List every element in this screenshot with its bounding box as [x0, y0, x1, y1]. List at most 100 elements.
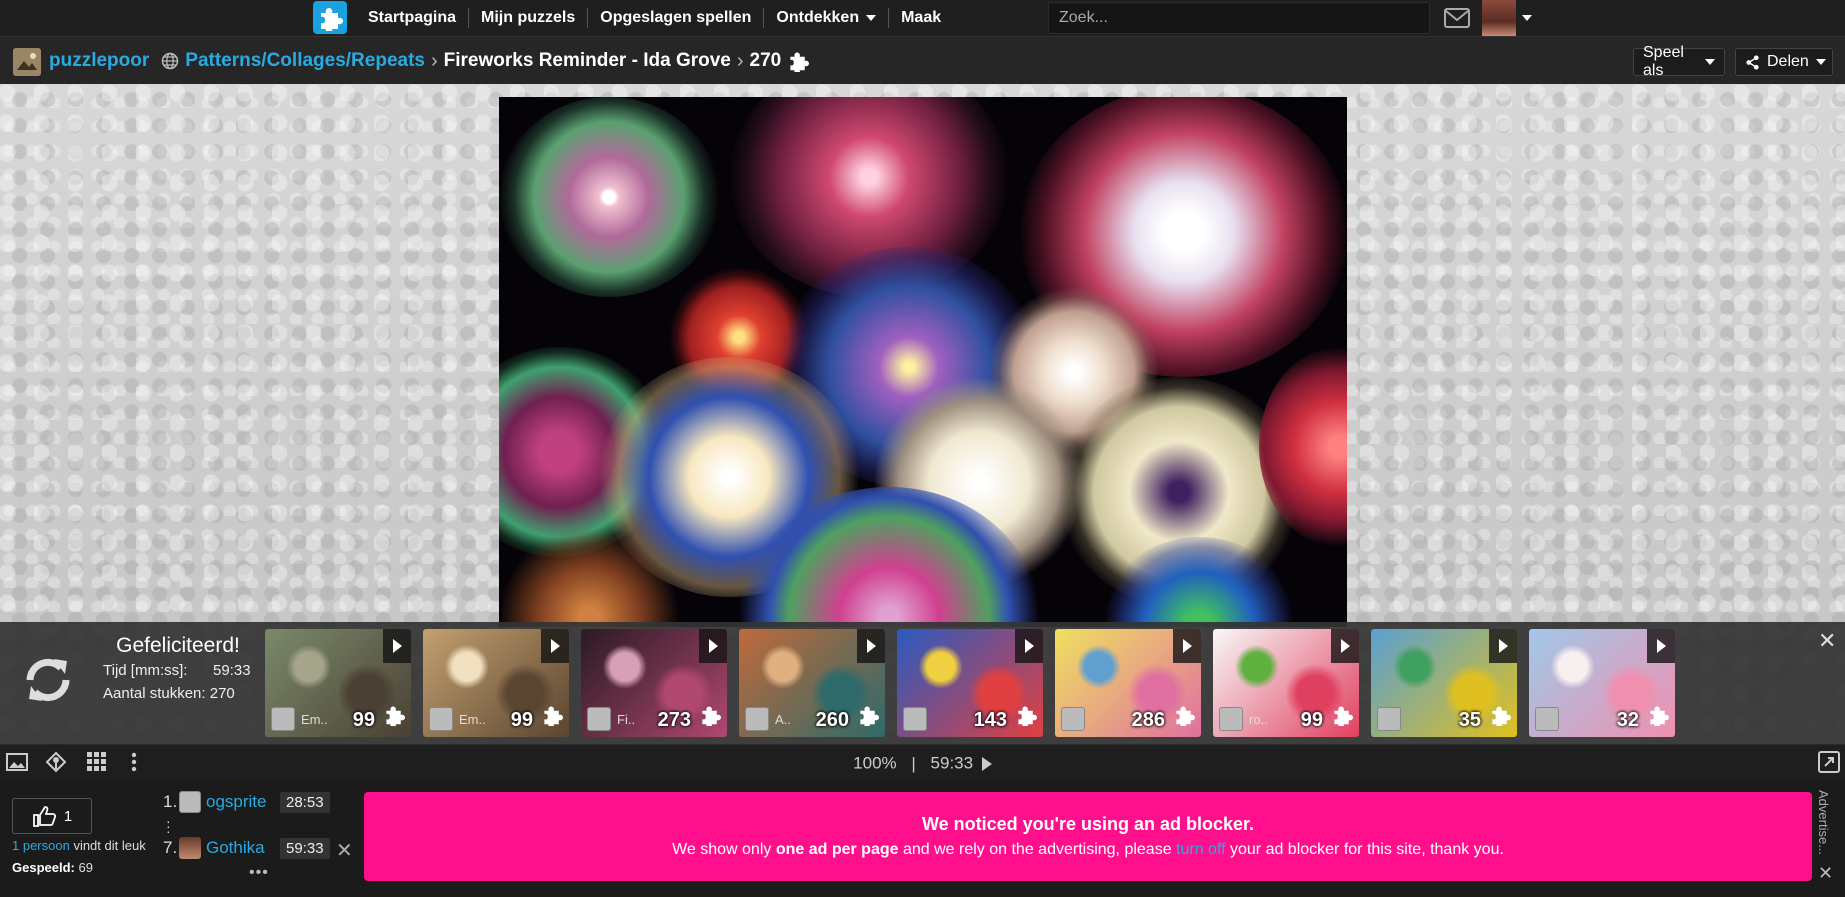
puzzle-title: Fireworks Reminder - Ida Grove	[443, 50, 731, 71]
puzzle-piece-icon[interactable]	[313, 1, 347, 34]
related-puzzle-thumbnail[interactable]: Em.. 99	[265, 629, 411, 737]
related-puzzle-thumbnail[interactable]: Em.. 99	[423, 629, 569, 737]
likes-people-link[interactable]: 1 persoon	[12, 838, 70, 853]
advertise-link[interactable]: Advertise...	[1816, 790, 1831, 856]
related-puzzle-thumbnail[interactable]: ro.. 99	[1213, 629, 1359, 737]
thumbnail-piece-count: 35	[1458, 709, 1481, 731]
play-as-button[interactable]: Speel als	[1633, 44, 1725, 79]
nav-maak[interactable]: Maak	[888, 8, 953, 28]
chevron-down-icon	[1815, 59, 1826, 65]
adblock-title: We noticed you're using an ad blocker.	[921, 814, 1255, 834]
chevron-right-icon: ›	[736, 49, 744, 72]
play-icon[interactable]	[1489, 629, 1517, 663]
avatar[interactable]	[179, 837, 201, 859]
nav-mijn-puzzels-label: Mijn puzzels	[481, 9, 576, 26]
breadcrumb-category-link[interactable]: Patterns/Collages/Repeats	[185, 50, 425, 72]
thumbnail-piece-count: 99	[1300, 709, 1323, 731]
nav-ontdekken[interactable]: Ontdekken	[763, 8, 888, 28]
related-puzzle-thumbnail[interactable]: 32	[1529, 629, 1675, 737]
thumbnail-user[interactable]: Fi..	[617, 712, 635, 727]
play-icon[interactable]	[1173, 629, 1201, 663]
related-puzzle-thumbnail[interactable]: 35	[1371, 629, 1517, 737]
breadcrumb-user-link[interactable]: puzzlepoor	[49, 50, 149, 72]
play-icon[interactable]	[541, 629, 569, 663]
puzzle-piece-icon	[383, 704, 405, 731]
puzzle-stage[interactable]: Gefeliciteerd! Tijd [mm:ss]: 59:33 Aanta…	[0, 84, 1845, 744]
leaderboard-rank: 7.	[163, 838, 178, 857]
chevron-down-icon	[1705, 59, 1715, 65]
adblock-notice: We noticed you're using an ad blocker. W…	[364, 792, 1812, 881]
thumbnail-user[interactable]: Em..	[301, 712, 328, 727]
played-count: Gespeeld: 69	[12, 860, 93, 875]
related-puzzle-thumbnail[interactable]: 143	[897, 629, 1043, 737]
play-as-label: Speel als	[1643, 44, 1684, 79]
play-icon[interactable]	[699, 629, 727, 663]
user-avatar[interactable]	[1482, 0, 1516, 36]
more-horizontal-icon[interactable]: •••	[249, 864, 269, 882]
play-icon[interactable]	[1331, 629, 1359, 663]
puzzle-piece-icon	[857, 704, 879, 731]
close-icon[interactable]: ✕	[336, 838, 353, 863]
puzzle-piece-icon	[699, 704, 721, 731]
like-button[interactable]: 1	[12, 798, 92, 834]
share-button[interactable]: Delen	[1735, 48, 1833, 76]
more-vertical-icon[interactable]: · · ·	[166, 814, 171, 838]
thumbnail-piece-count: 260	[815, 709, 849, 731]
puzzle-piece-icon	[787, 50, 810, 72]
chevron-down-icon[interactable]	[1522, 15, 1532, 21]
avatar[interactable]	[587, 707, 611, 731]
nav-ontdekken-label: Ontdekken	[776, 9, 860, 26]
related-puzzle-thumbnail[interactable]: Fi.. 273	[581, 629, 727, 737]
puzzle-image[interactable]	[499, 97, 1347, 627]
replay-icon[interactable]	[18, 650, 78, 710]
leaderboard-user-link[interactable]: Gothika	[206, 838, 280, 858]
avatar[interactable]	[903, 707, 927, 731]
like-count: 1	[63, 807, 73, 825]
nav-startpagina[interactable]: Startpagina	[356, 8, 468, 28]
thumbnail-user[interactable]: Em..	[459, 712, 486, 727]
thumbnail-piece-count: 273	[657, 709, 691, 731]
status-separator: |	[911, 753, 916, 773]
nav-opgeslagen-label: Opgeslagen spellen	[600, 9, 752, 26]
related-puzzle-thumbnail[interactable]: A.. 260	[739, 629, 885, 737]
avatar[interactable]	[745, 707, 769, 731]
thumbnail-piece-count: 143	[973, 709, 1007, 731]
likes-suffix: vindt dit leuk	[69, 838, 146, 853]
puzzle-piece-icon	[1015, 704, 1037, 731]
thumbnail-piece-count: 99	[510, 709, 533, 731]
avatar[interactable]	[1535, 707, 1559, 731]
timer: 59:33	[930, 753, 974, 773]
close-icon[interactable]: ✕	[1818, 628, 1836, 654]
nav-opgeslagen-spellen[interactable]: Opgeslagen spellen	[587, 8, 763, 28]
envelope-icon[interactable]	[1444, 8, 1470, 33]
avatar[interactable]	[429, 707, 453, 731]
play-icon[interactable]	[1015, 629, 1043, 663]
nav-mijn-puzzels[interactable]: Mijn puzzels	[468, 8, 587, 28]
puzzle-piece-icon	[541, 704, 563, 731]
adblock-text-3: your ad blocker for this site, thank you…	[1225, 841, 1504, 858]
played-label: Gespeeld:	[12, 860, 75, 875]
turn-off-link[interactable]: turn off	[1176, 841, 1226, 858]
avatar[interactable]	[179, 791, 201, 813]
zoom-level[interactable]: 100%	[853, 754, 896, 773]
leaderboard-user-link[interactable]: ogsprite	[206, 792, 280, 812]
search-input[interactable]	[1048, 2, 1430, 34]
avatar[interactable]	[1219, 707, 1243, 731]
related-puzzle-thumbnail[interactable]: 286	[1055, 629, 1201, 737]
avatar[interactable]	[1061, 707, 1085, 731]
thumbnail-user[interactable]: A..	[775, 712, 791, 727]
avatar[interactable]	[271, 707, 295, 731]
close-icon[interactable]: ✕	[1818, 863, 1833, 884]
zoom-timer-status: 100% | 59:33	[0, 753, 1845, 774]
avatar[interactable]	[1377, 707, 1401, 731]
play-icon[interactable]	[383, 629, 411, 663]
thumbnail-user[interactable]: ro..	[1249, 712, 1268, 727]
play-icon[interactable]	[857, 629, 885, 663]
puzzle-piece-icon	[1647, 704, 1669, 731]
thumbnail-piece-count: 286	[1131, 709, 1165, 731]
fullscreen-icon[interactable]	[1818, 751, 1840, 778]
thumbnail-piece-count: 32	[1616, 709, 1639, 731]
play-icon[interactable]	[1647, 629, 1675, 663]
author-avatar[interactable]	[13, 48, 41, 76]
play-icon[interactable]	[981, 756, 992, 771]
